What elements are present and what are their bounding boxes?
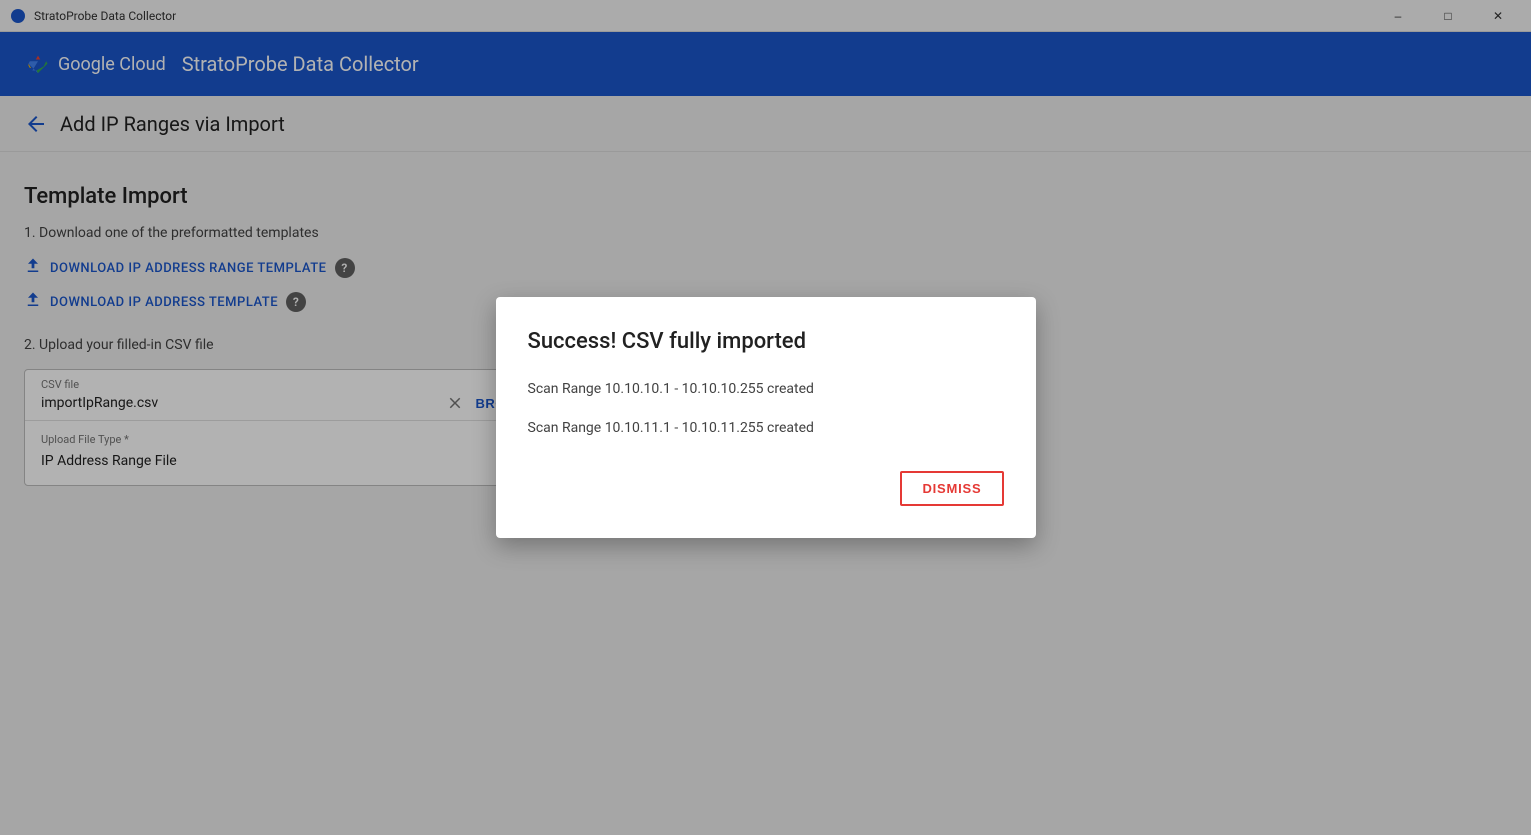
dialog-line2: Scan Range 10.10.11.1 - 10.10.11.255 cre… — [528, 417, 1004, 439]
dialog-body: Scan Range 10.10.10.1 - 10.10.10.255 cre… — [528, 378, 1004, 439]
dismiss-button[interactable]: DISMISS — [900, 471, 1003, 506]
modal-overlay: Success! CSV fully imported Scan Range 1… — [0, 0, 1531, 835]
success-dialog: Success! CSV fully imported Scan Range 1… — [496, 297, 1036, 538]
dialog-actions: DISMISS — [528, 471, 1004, 506]
dialog-title: Success! CSV fully imported — [528, 329, 1004, 354]
dialog-line1: Scan Range 10.10.10.1 - 10.10.10.255 cre… — [528, 378, 1004, 400]
